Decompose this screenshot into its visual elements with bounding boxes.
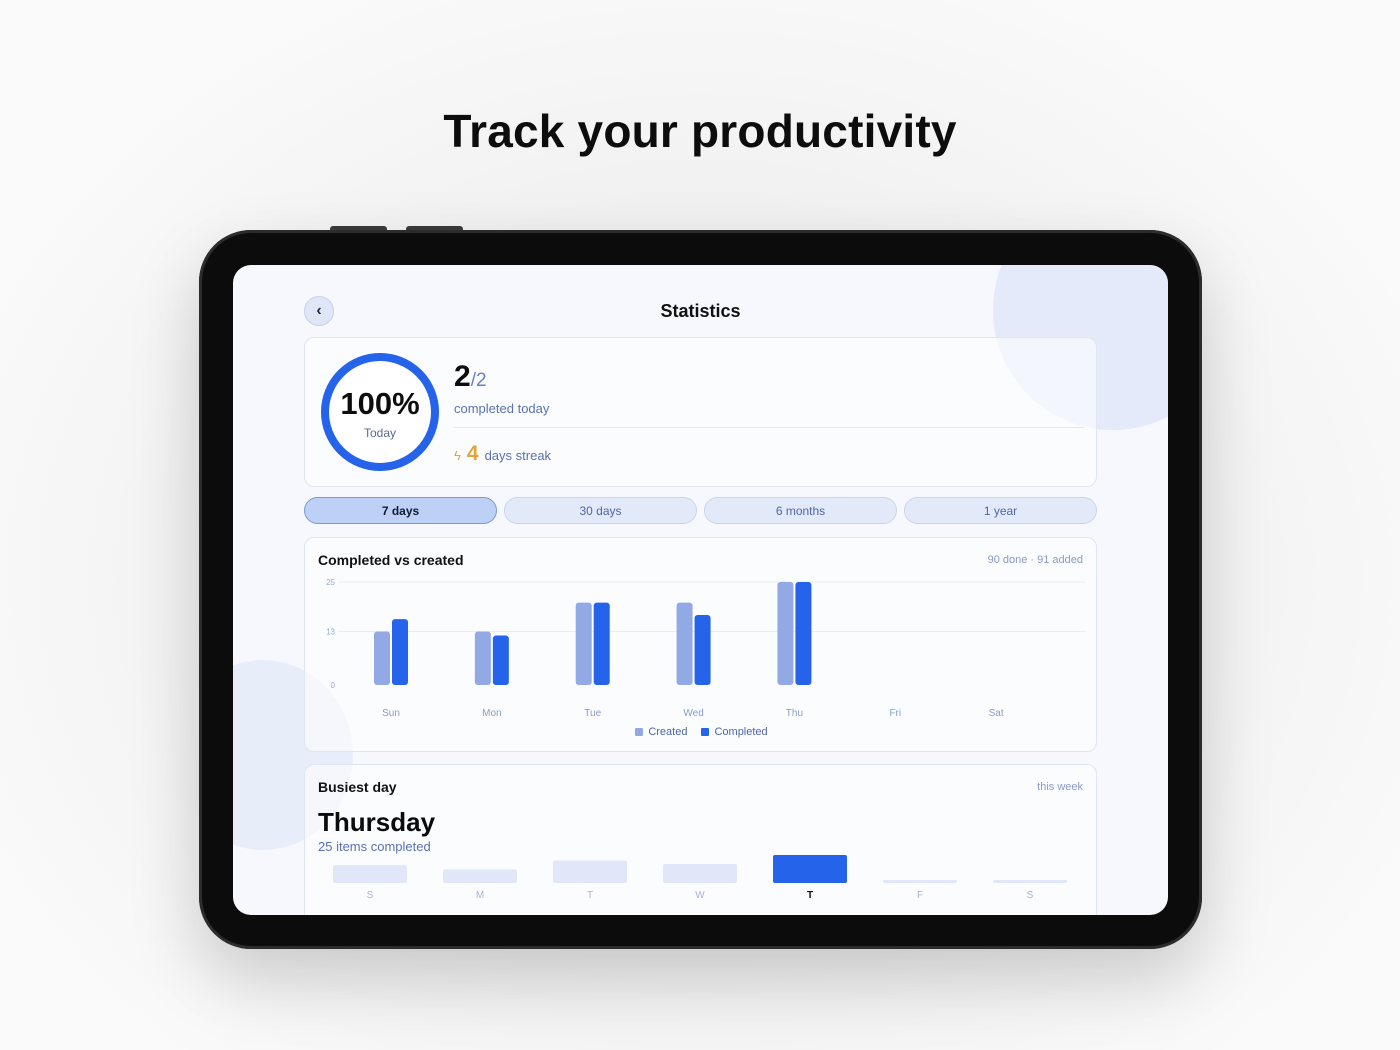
lightning-bolt-icon: ϟ bbox=[454, 448, 461, 463]
day-label: S bbox=[367, 890, 374, 901]
summary-card: 100% Today 2/2 completed today ϟ 4 days … bbox=[304, 337, 1097, 487]
streak: ϟ 4 days streak bbox=[454, 442, 551, 466]
completed-value: 2 bbox=[454, 360, 471, 393]
day-label: W bbox=[695, 890, 705, 901]
legend-completed-label: Completed bbox=[714, 726, 768, 738]
y-tick-label: 25 bbox=[326, 578, 335, 587]
busiest-day-card: Busiest day this week Thursday 25 items … bbox=[304, 764, 1097, 915]
chart-legend: Created Completed bbox=[305, 726, 1098, 738]
x-tick-label: Wed bbox=[683, 708, 703, 719]
bar-completed-tue bbox=[593, 602, 610, 685]
created-swatch bbox=[635, 728, 644, 736]
completed-vs-created-card: Completed vs created 90 done · 91 added … bbox=[304, 537, 1097, 752]
day-bar-6 bbox=[993, 880, 1067, 883]
tab-7-days[interactable]: 7 days bbox=[304, 497, 497, 524]
progress-ring: 100% Today bbox=[319, 351, 441, 473]
mini-bar-chart: SMTWTFS bbox=[333, 855, 1067, 901]
day-bar-1 bbox=[443, 869, 517, 883]
day-bar-5 bbox=[883, 880, 957, 883]
x-tick-label: Mon bbox=[482, 708, 501, 719]
day-bar-4 bbox=[773, 855, 847, 883]
x-tick-label: Sat bbox=[989, 708, 1004, 719]
streak-label: days streak bbox=[484, 448, 552, 463]
tab-6-months[interactable]: 6 months bbox=[704, 497, 897, 524]
completed-swatch bbox=[701, 728, 710, 736]
x-tick-label: Thu bbox=[786, 708, 803, 719]
legend-completed: Completed bbox=[701, 726, 768, 738]
x-tick-label: Fri bbox=[889, 708, 901, 719]
divider bbox=[454, 427, 1084, 428]
tab-1-year[interactable]: 1 year bbox=[904, 497, 1097, 524]
bar-completed-mon bbox=[492, 635, 509, 685]
day-label: M bbox=[476, 890, 484, 901]
day-label: F bbox=[917, 890, 923, 901]
tab-30-days[interactable]: 30 days bbox=[504, 497, 697, 524]
bar-created-sun bbox=[374, 631, 390, 685]
x-tick-label: Sun bbox=[382, 708, 400, 719]
streak-count: 4 bbox=[466, 442, 479, 465]
headline: Track your productivity bbox=[443, 105, 957, 157]
tablet-frame: ‹ Statistics 100% Today 2/2 completed to… bbox=[199, 230, 1202, 949]
completed-count: 2/2 bbox=[454, 360, 487, 394]
legend-created: Created bbox=[635, 726, 687, 738]
completed-label: completed today bbox=[454, 401, 550, 416]
day-label: T bbox=[807, 890, 813, 901]
bar-chart: 25 13 0 Sun Mon Tue Wed Thu Fri Sat bbox=[326, 578, 1085, 719]
x-tick-label: Tue bbox=[584, 708, 601, 719]
bar-created-wed bbox=[676, 602, 693, 685]
bar-completed-sun bbox=[392, 619, 408, 685]
bar-completed-thu bbox=[795, 582, 812, 685]
ring-caption: Today bbox=[363, 426, 397, 440]
day-label: S bbox=[1027, 890, 1034, 901]
bar-created-tue bbox=[575, 602, 592, 685]
app-screen: ‹ Statistics 100% Today 2/2 completed to… bbox=[233, 265, 1168, 915]
page-title: Statistics bbox=[660, 301, 741, 321]
day-bar-3 bbox=[663, 863, 737, 883]
y-tick-label: 0 bbox=[331, 681, 336, 690]
day-bar-2 bbox=[553, 860, 627, 883]
bar-completed-wed bbox=[694, 614, 711, 685]
day-bar-0 bbox=[333, 865, 407, 883]
bar-created-thu bbox=[777, 582, 794, 685]
range-tabs: 7 days 30 days 6 months 1 year bbox=[304, 497, 1097, 525]
day-label: T bbox=[587, 890, 593, 901]
completion-percent: 100% bbox=[340, 386, 420, 421]
y-tick-label: 13 bbox=[326, 627, 335, 636]
bar-created-mon bbox=[474, 631, 491, 685]
total-value: /2 bbox=[470, 370, 487, 391]
legend-created-label: Created bbox=[648, 726, 688, 738]
